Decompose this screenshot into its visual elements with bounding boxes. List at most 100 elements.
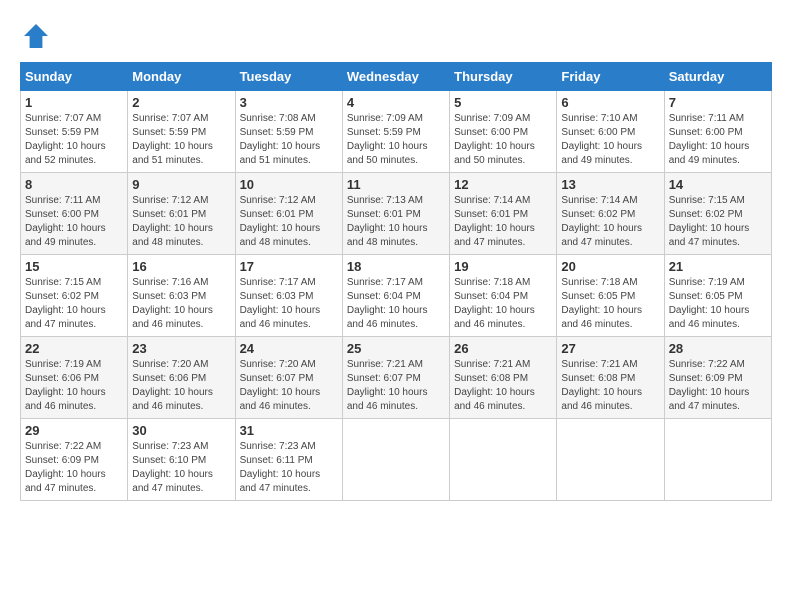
calendar-cell: 20 Sunrise: 7:18 AM Sunset: 6:05 PM Dayl… [557, 255, 664, 337]
day-number: 17 [240, 259, 338, 274]
calendar-cell: 12 Sunrise: 7:14 AM Sunset: 6:01 PM Dayl… [450, 173, 557, 255]
calendar-cell: 18 Sunrise: 7:17 AM Sunset: 6:04 PM Dayl… [342, 255, 449, 337]
calendar-cell: 1 Sunrise: 7:07 AM Sunset: 5:59 PM Dayli… [21, 91, 128, 173]
logo [20, 20, 56, 52]
day-info: Sunrise: 7:17 AM Sunset: 6:04 PM Dayligh… [347, 276, 445, 332]
day-number: 4 [347, 95, 445, 110]
day-number: 5 [454, 95, 552, 110]
calendar-week-1: 1 Sunrise: 7:07 AM Sunset: 5:59 PM Dayli… [21, 91, 772, 173]
day-info: Sunrise: 7:21 AM Sunset: 6:08 PM Dayligh… [561, 358, 659, 414]
calendar-cell: 26 Sunrise: 7:21 AM Sunset: 6:08 PM Dayl… [450, 337, 557, 419]
day-number: 22 [25, 341, 123, 356]
day-info: Sunrise: 7:11 AM Sunset: 6:00 PM Dayligh… [669, 112, 767, 168]
weekday-header-friday: Friday [557, 63, 664, 91]
calendar-cell: 11 Sunrise: 7:13 AM Sunset: 6:01 PM Dayl… [342, 173, 449, 255]
calendar-cell: 29 Sunrise: 7:22 AM Sunset: 6:09 PM Dayl… [21, 419, 128, 501]
calendar-cell: 16 Sunrise: 7:16 AM Sunset: 6:03 PM Dayl… [128, 255, 235, 337]
page-header [20, 20, 772, 52]
day-info: Sunrise: 7:14 AM Sunset: 6:01 PM Dayligh… [454, 194, 552, 250]
calendar-cell: 28 Sunrise: 7:22 AM Sunset: 6:09 PM Dayl… [664, 337, 771, 419]
calendar-cell: 10 Sunrise: 7:12 AM Sunset: 6:01 PM Dayl… [235, 173, 342, 255]
day-info: Sunrise: 7:18 AM Sunset: 6:04 PM Dayligh… [454, 276, 552, 332]
calendar-cell: 22 Sunrise: 7:19 AM Sunset: 6:06 PM Dayl… [21, 337, 128, 419]
day-number: 23 [132, 341, 230, 356]
day-number: 14 [669, 177, 767, 192]
day-number: 10 [240, 177, 338, 192]
calendar-cell: 14 Sunrise: 7:15 AM Sunset: 6:02 PM Dayl… [664, 173, 771, 255]
calendar-cell: 25 Sunrise: 7:21 AM Sunset: 6:07 PM Dayl… [342, 337, 449, 419]
calendar-cell: 23 Sunrise: 7:20 AM Sunset: 6:06 PM Dayl… [128, 337, 235, 419]
day-number: 29 [25, 423, 123, 438]
day-number: 16 [132, 259, 230, 274]
day-info: Sunrise: 7:19 AM Sunset: 6:05 PM Dayligh… [669, 276, 767, 332]
calendar-week-3: 15 Sunrise: 7:15 AM Sunset: 6:02 PM Dayl… [21, 255, 772, 337]
calendar-cell: 3 Sunrise: 7:08 AM Sunset: 5:59 PM Dayli… [235, 91, 342, 173]
calendar-week-4: 22 Sunrise: 7:19 AM Sunset: 6:06 PM Dayl… [21, 337, 772, 419]
day-number: 27 [561, 341, 659, 356]
weekday-header-tuesday: Tuesday [235, 63, 342, 91]
day-number: 6 [561, 95, 659, 110]
calendar-cell: 7 Sunrise: 7:11 AM Sunset: 6:00 PM Dayli… [664, 91, 771, 173]
calendar-cell [450, 419, 557, 501]
weekday-header-row: SundayMondayTuesdayWednesdayThursdayFrid… [21, 63, 772, 91]
day-number: 7 [669, 95, 767, 110]
day-number: 15 [25, 259, 123, 274]
day-number: 9 [132, 177, 230, 192]
day-info: Sunrise: 7:18 AM Sunset: 6:05 PM Dayligh… [561, 276, 659, 332]
calendar-cell: 31 Sunrise: 7:23 AM Sunset: 6:11 PM Dayl… [235, 419, 342, 501]
day-number: 2 [132, 95, 230, 110]
day-info: Sunrise: 7:17 AM Sunset: 6:03 PM Dayligh… [240, 276, 338, 332]
day-number: 12 [454, 177, 552, 192]
calendar-cell: 24 Sunrise: 7:20 AM Sunset: 6:07 PM Dayl… [235, 337, 342, 419]
weekday-header-sunday: Sunday [21, 63, 128, 91]
day-info: Sunrise: 7:10 AM Sunset: 6:00 PM Dayligh… [561, 112, 659, 168]
day-info: Sunrise: 7:12 AM Sunset: 6:01 PM Dayligh… [132, 194, 230, 250]
day-number: 13 [561, 177, 659, 192]
day-info: Sunrise: 7:15 AM Sunset: 6:02 PM Dayligh… [25, 276, 123, 332]
calendar-cell: 5 Sunrise: 7:09 AM Sunset: 6:00 PM Dayli… [450, 91, 557, 173]
weekday-header-wednesday: Wednesday [342, 63, 449, 91]
weekday-header-thursday: Thursday [450, 63, 557, 91]
calendar-cell: 2 Sunrise: 7:07 AM Sunset: 5:59 PM Dayli… [128, 91, 235, 173]
calendar-cell: 21 Sunrise: 7:19 AM Sunset: 6:05 PM Dayl… [664, 255, 771, 337]
day-number: 20 [561, 259, 659, 274]
calendar-cell: 9 Sunrise: 7:12 AM Sunset: 6:01 PM Dayli… [128, 173, 235, 255]
calendar-cell: 30 Sunrise: 7:23 AM Sunset: 6:10 PM Dayl… [128, 419, 235, 501]
calendar-cell: 27 Sunrise: 7:21 AM Sunset: 6:08 PM Dayl… [557, 337, 664, 419]
day-info: Sunrise: 7:23 AM Sunset: 6:11 PM Dayligh… [240, 440, 338, 496]
calendar-cell [557, 419, 664, 501]
calendar-cell [342, 419, 449, 501]
day-info: Sunrise: 7:22 AM Sunset: 6:09 PM Dayligh… [669, 358, 767, 414]
weekday-header-saturday: Saturday [664, 63, 771, 91]
day-info: Sunrise: 7:20 AM Sunset: 6:07 PM Dayligh… [240, 358, 338, 414]
calendar-table: SundayMondayTuesdayWednesdayThursdayFrid… [20, 62, 772, 501]
day-number: 24 [240, 341, 338, 356]
logo-icon [20, 20, 52, 52]
day-info: Sunrise: 7:09 AM Sunset: 5:59 PM Dayligh… [347, 112, 445, 168]
calendar-cell: 4 Sunrise: 7:09 AM Sunset: 5:59 PM Dayli… [342, 91, 449, 173]
day-info: Sunrise: 7:19 AM Sunset: 6:06 PM Dayligh… [25, 358, 123, 414]
calendar-cell: 8 Sunrise: 7:11 AM Sunset: 6:00 PM Dayli… [21, 173, 128, 255]
calendar-cell: 19 Sunrise: 7:18 AM Sunset: 6:04 PM Dayl… [450, 255, 557, 337]
day-info: Sunrise: 7:15 AM Sunset: 6:02 PM Dayligh… [669, 194, 767, 250]
day-number: 28 [669, 341, 767, 356]
day-info: Sunrise: 7:21 AM Sunset: 6:08 PM Dayligh… [454, 358, 552, 414]
day-info: Sunrise: 7:21 AM Sunset: 6:07 PM Dayligh… [347, 358, 445, 414]
calendar-cell: 13 Sunrise: 7:14 AM Sunset: 6:02 PM Dayl… [557, 173, 664, 255]
day-info: Sunrise: 7:07 AM Sunset: 5:59 PM Dayligh… [132, 112, 230, 168]
day-info: Sunrise: 7:14 AM Sunset: 6:02 PM Dayligh… [561, 194, 659, 250]
day-number: 19 [454, 259, 552, 274]
day-number: 31 [240, 423, 338, 438]
day-number: 8 [25, 177, 123, 192]
day-info: Sunrise: 7:23 AM Sunset: 6:10 PM Dayligh… [132, 440, 230, 496]
calendar-cell [664, 419, 771, 501]
day-number: 30 [132, 423, 230, 438]
day-number: 1 [25, 95, 123, 110]
day-info: Sunrise: 7:11 AM Sunset: 6:00 PM Dayligh… [25, 194, 123, 250]
day-info: Sunrise: 7:09 AM Sunset: 6:00 PM Dayligh… [454, 112, 552, 168]
day-info: Sunrise: 7:12 AM Sunset: 6:01 PM Dayligh… [240, 194, 338, 250]
day-info: Sunrise: 7:22 AM Sunset: 6:09 PM Dayligh… [25, 440, 123, 496]
day-number: 11 [347, 177, 445, 192]
day-info: Sunrise: 7:13 AM Sunset: 6:01 PM Dayligh… [347, 194, 445, 250]
day-number: 21 [669, 259, 767, 274]
